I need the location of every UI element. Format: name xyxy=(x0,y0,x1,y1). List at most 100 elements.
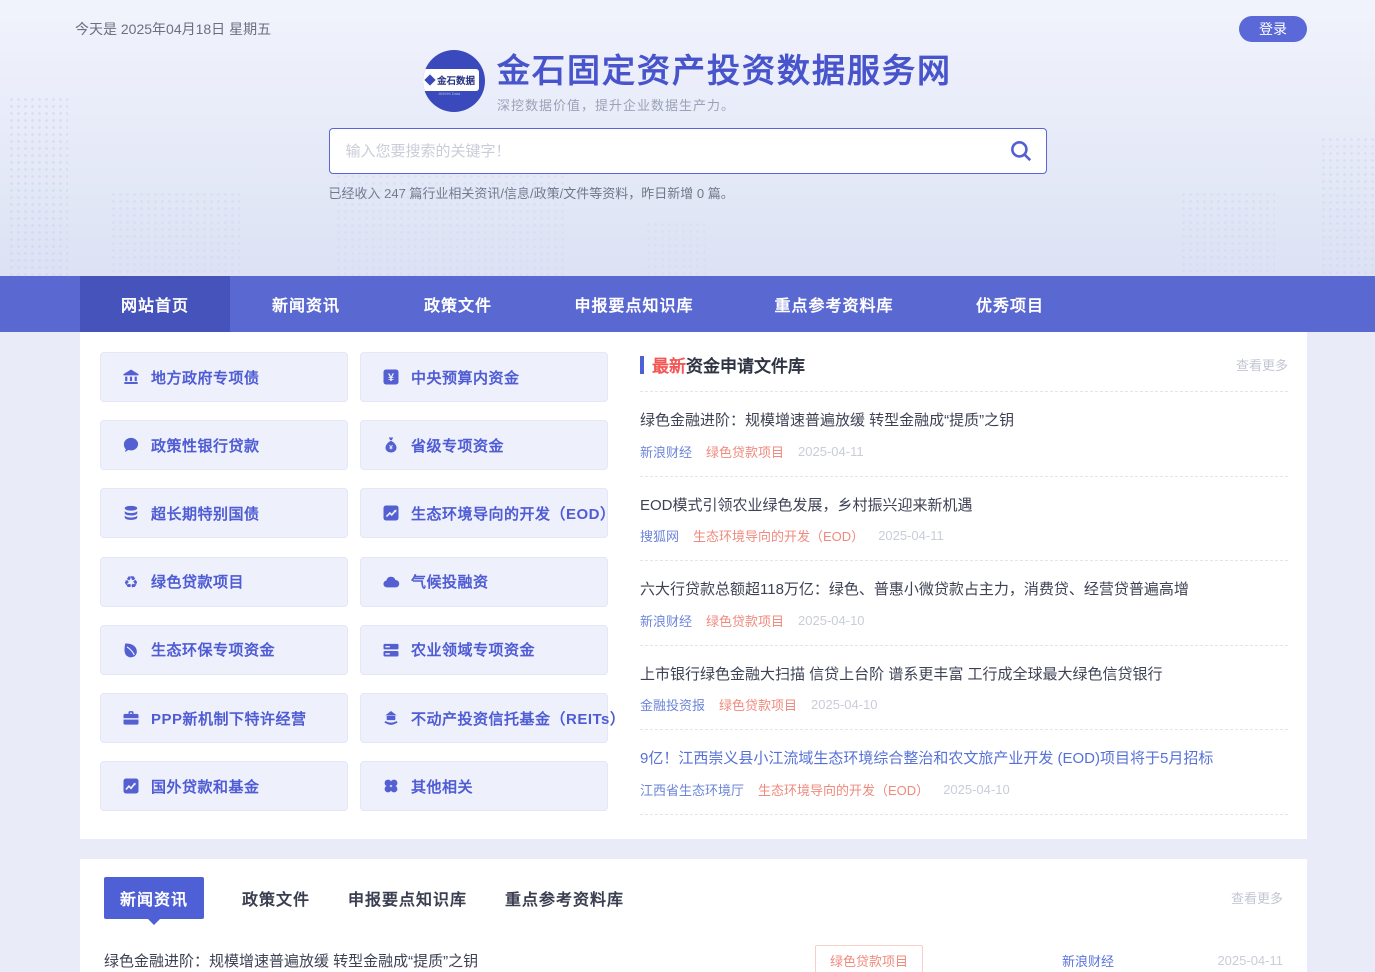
view-more-link-bottom[interactable]: 查看更多 xyxy=(1231,888,1283,907)
topbar: 今天是 2025年04月18日 星期五 登录 xyxy=(0,0,1375,46)
nav-tab-申报要点知识库[interactable]: 申报要点知识库 xyxy=(534,276,734,332)
category-grid: 地方政府专项债 ¥ 中央预算内资金政策性银行贷款 ¥ 省级专项资金超长期特别国债 生态环境… xyxy=(100,352,608,815)
news-meta: 金融投资报绿色贷款项目2025-04-10 xyxy=(640,695,1288,714)
search-input[interactable] xyxy=(329,128,1047,174)
category-label: 超长期特别国债 xyxy=(151,503,260,524)
svg-text:¥: ¥ xyxy=(389,445,393,452)
category-box[interactable]: 生态环保专项资金 xyxy=(100,625,348,675)
row-title[interactable]: 绿色金融进阶：规模增速普遍放缓 转型金融成“提质”之钥 xyxy=(104,950,815,971)
coins-icon xyxy=(121,503,141,523)
bottom-tab-申报要点知识库[interactable]: 申报要点知识库 xyxy=(348,877,467,919)
brand-text: 金石固定资产投资数据服务网 深挖数据价值，提升企业数据生产力。 xyxy=(497,50,952,114)
category-box[interactable]: 气候投融资 xyxy=(360,557,608,607)
bottom-tabs: 新闻资讯政策文件申报要点知识库重点参考资料库 查看更多 xyxy=(104,877,1283,919)
category-box[interactable]: 政策性银行贷款 xyxy=(100,420,348,470)
category-label: 生态环境导向的开发（EOD） xyxy=(411,503,616,524)
news-item[interactable]: 上市银行绿色金融大扫描 信贷上台阶 谱系更丰富 工行成全球最大绿色信贷银行金融投… xyxy=(640,646,1288,731)
logo-diamond-icon xyxy=(424,74,435,85)
news-meta: 新浪财经绿色贷款项目 2025-04-10 xyxy=(640,611,1288,630)
row-source[interactable]: 新浪财经 xyxy=(1003,951,1173,970)
category-box[interactable]: 生态环境导向的开发（EOD） xyxy=(360,488,608,538)
news-title[interactable]: 上市银行绿色金融大扫描 信贷上台阶 谱系更丰富 工行成全球最大绿色信贷银行 xyxy=(640,665,1288,685)
category-box[interactable]: 其他相关 xyxy=(360,761,608,811)
news-meta: 搜狐网生态环境导向的开发（EOD）2025-04-11 xyxy=(640,526,1288,545)
money-bag-icon: ¥ xyxy=(381,435,401,455)
search-button[interactable] xyxy=(1005,136,1037,168)
news-item[interactable]: 六大行贷款总额超118万亿：绿色、普惠小微贷款占主力，消费贷、经营贷普遍高增新浪… xyxy=(640,561,1288,646)
bottom-tab-政策文件[interactable]: 政策文件 xyxy=(242,877,310,919)
category-label: 气候投融资 xyxy=(411,571,489,592)
category-box[interactable]: ¥ 省级专项资金 xyxy=(360,420,608,470)
nav-tab-重点参考资料库[interactable]: 重点参考资料库 xyxy=(734,276,934,332)
card-lines-icon xyxy=(381,640,401,660)
bottom-news-row[interactable]: 绿色金融进阶：规模增速普遍放缓 转型金融成“提质”之钥绿色贷款项目新浪财经202… xyxy=(104,945,1283,972)
category-label: 国外贷款和基金 xyxy=(151,776,260,797)
nav-tab-优秀项目[interactable]: 优秀项目 xyxy=(934,276,1086,332)
news-item[interactable]: EOD模式引领农业绿色发展，乡村振兴迎来新机遇搜狐网生态环境导向的开发（EOD）… xyxy=(640,477,1288,562)
category-label: PPP新机制下特许经营 xyxy=(151,708,307,729)
header-hero: 今天是 2025年04月18日 星期五 登录 金石数据 JINSHI Data … xyxy=(0,0,1375,276)
view-more-link[interactable]: 查看更多 xyxy=(1236,355,1288,374)
news-title[interactable]: 绿色金融进阶：规模增速普遍放缓 转型金融成“提质”之钥 xyxy=(640,411,1288,431)
row-tag-badge[interactable]: 绿色贷款项目 xyxy=(815,945,923,972)
news-source[interactable]: 金融投资报 xyxy=(640,695,705,714)
news-tag[interactable]: 生态环境导向的开发（EOD） xyxy=(693,526,864,545)
category-box[interactable]: ¥ 中央预算内资金 xyxy=(360,352,608,402)
news-tag[interactable]: 生态环境导向的开发（EOD） xyxy=(758,780,929,799)
yen-square-icon: ¥ xyxy=(381,367,401,387)
category-label: 绿色贷款项目 xyxy=(151,571,244,592)
panel-title: 资金申请文件库 xyxy=(686,352,805,377)
main-content-card: 地方政府专项债¥中央预算内资金政策性银行贷款¥省级专项资金超长期特别国债生态环境… xyxy=(80,332,1307,839)
cloud-icon xyxy=(381,572,401,592)
category-label: 生态环保专项资金 xyxy=(151,639,275,660)
panel-header: 最新 资金申请文件库 查看更多 xyxy=(640,352,1288,377)
category-box[interactable]: PPP新机制下特许经营 xyxy=(100,693,348,743)
trend-square-icon xyxy=(381,503,401,523)
news-item[interactable]: 绿色金融进阶：规模增速普遍放缓 转型金融成“提质”之钥新浪财经绿色贷款项目202… xyxy=(640,392,1288,477)
nav-tab-网站首页[interactable]: 网站首页 xyxy=(80,276,230,332)
bottom-tab-重点参考资料库[interactable]: 重点参考资料库 xyxy=(505,877,624,919)
building-decor xyxy=(1180,191,1275,276)
news-source[interactable]: 新浪财经 xyxy=(640,611,692,630)
news-title[interactable]: 六大行贷款总额超118万亿：绿色、普惠小微贷款占主力，消费贷、经营贷普遍高增 xyxy=(640,580,1288,600)
latest-news-list: 绿色金融进阶：规模增速普遍放缓 转型金融成“提质”之钥新浪财经绿色贷款项目202… xyxy=(640,392,1288,815)
news-tag[interactable]: 绿色贷款项目 xyxy=(706,442,784,461)
category-box[interactable]: 地方政府专项债 xyxy=(100,352,348,402)
category-box[interactable]: ♻ 绿色贷款项目 xyxy=(100,557,348,607)
nav-tab-新闻资讯[interactable]: 新闻资讯 xyxy=(230,276,382,332)
category-label: 省级专项资金 xyxy=(411,435,504,456)
building-decor xyxy=(645,221,705,276)
four-dots-icon xyxy=(381,776,401,796)
category-label: 中央预算内资金 xyxy=(411,367,520,388)
news-source[interactable]: 搜狐网 xyxy=(640,526,679,545)
building-decor xyxy=(335,166,565,276)
site-logo: 金石数据 JINSHI Data xyxy=(423,50,485,112)
site-title: 金石固定资产投资数据服务网 xyxy=(497,50,952,91)
bottom-section-card: 新闻资讯政策文件申报要点知识库重点参考资料库 查看更多 绿色金融进阶：规模增速普遍… xyxy=(80,859,1307,972)
logo-band: 金石数据 xyxy=(423,69,479,91)
news-tag[interactable]: 绿色贷款项目 xyxy=(706,611,784,630)
login-button[interactable]: 登录 xyxy=(1239,16,1307,42)
svg-text:♻: ♻ xyxy=(124,572,139,591)
category-box[interactable]: 国外贷款和基金 xyxy=(100,761,348,811)
search-icon xyxy=(1008,152,1034,167)
panel-title-highlight: 最新 xyxy=(652,352,686,377)
building-decor xyxy=(1320,136,1375,276)
main-nav: 网站首页新闻资讯政策文件申报要点知识库重点参考资料库优秀项目 xyxy=(0,276,1375,332)
main-nav-tabs: 网站首页新闻资讯政策文件申报要点知识库重点参考资料库优秀项目 xyxy=(80,276,1375,332)
category-label: 不动产投资信托基金（REITs） xyxy=(411,708,625,729)
news-title[interactable]: EOD模式引领农业绿色发展，乡村振兴迎来新机遇 xyxy=(640,496,1288,516)
news-source[interactable]: 新浪财经 xyxy=(640,442,692,461)
bottom-tab-新闻资讯[interactable]: 新闻资讯 xyxy=(104,877,204,919)
latest-files-panel: 最新 资金申请文件库 查看更多 绿色金融进阶：规模增速普遍放缓 转型金融成“提质… xyxy=(640,352,1288,815)
news-date: 2025-04-10 xyxy=(798,613,865,628)
nav-tab-政策文件[interactable]: 政策文件 xyxy=(382,276,534,332)
news-item[interactable]: 9亿！江西崇义县小江流域生态环境综合整治和农文旅产业开发 (EOD)项目将于5月… xyxy=(640,730,1288,815)
category-box[interactable]: 农业领域专项资金 xyxy=(360,625,608,675)
news-tag[interactable]: 绿色贷款项目 xyxy=(719,695,797,714)
news-source[interactable]: 江西省生态环境厅 xyxy=(640,780,744,799)
news-title[interactable]: 9亿！江西崇义县小江流域生态环境综合整治和农文旅产业开发 (EOD)项目将于5月… xyxy=(640,749,1288,769)
category-box[interactable]: 超长期特别国债 xyxy=(100,488,348,538)
category-box[interactable]: 不动产投资信托基金（REITs） xyxy=(360,693,608,743)
logo-subtext: JINSHI Data xyxy=(438,91,460,96)
